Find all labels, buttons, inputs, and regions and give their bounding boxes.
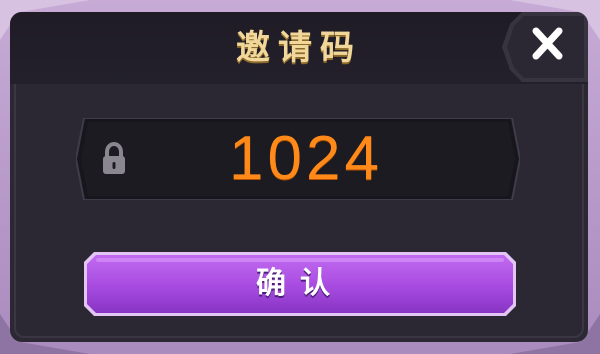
lock-icon [103,142,125,174]
invite-code-value: 1024 [229,124,383,193]
confirm-button[interactable]: 确认 [84,252,516,316]
invite-code-field[interactable]: 1024 [76,118,520,200]
close-icon [502,12,588,82]
game-screen: 邀请码 1024 确认 [0,0,600,354]
confirm-button-label: 确认 [256,266,344,301]
invite-code-dialog: 邀请码 1024 确认 [10,12,588,342]
close-button[interactable] [502,12,588,82]
